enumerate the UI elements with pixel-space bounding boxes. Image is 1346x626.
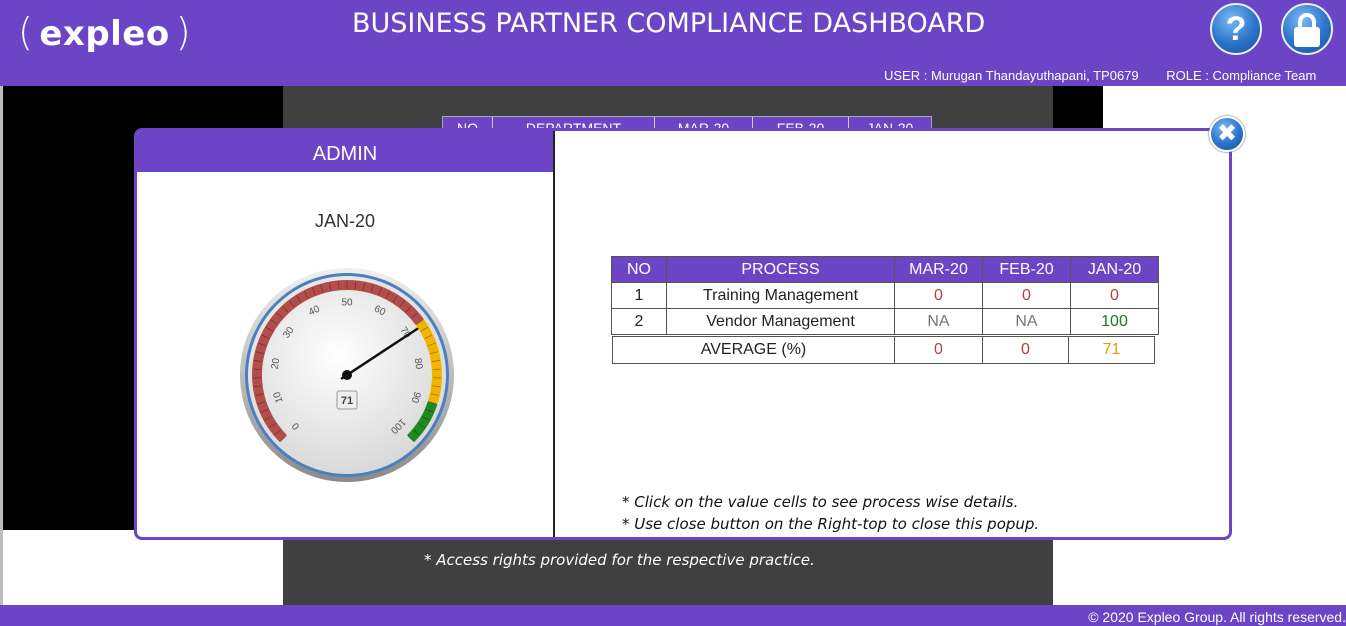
- header-bar: (expleo) BUSINESS PARTNER COMPLIANCE DAS…: [0, 0, 1346, 86]
- gauge-tick-label: 20: [270, 357, 283, 370]
- col-no: NO: [611, 256, 667, 283]
- col-process: PROCESS: [666, 256, 895, 283]
- popup-notes: * Click on the value cells to see proces…: [622, 491, 1039, 535]
- col-feb: FEB-20: [982, 256, 1071, 283]
- process-table: NO PROCESS MAR-20 FEB-20 JAN-20 1 Traini…: [611, 256, 1159, 335]
- gauge-minor-tick: [432, 368, 441, 370]
- col-mar: MAR-20: [894, 256, 983, 283]
- role-label: ROLE : Compliance Team: [1166, 68, 1317, 83]
- value-cell-jan[interactable]: 100: [1070, 308, 1159, 335]
- gauge-pane: ADMIN JAN-20 0 10 20 30 40 50 60 70 80 90 100 71: [137, 131, 555, 537]
- gauge-tick-label: 50: [341, 298, 353, 309]
- average-table: AVERAGE (%) 0 0 71: [612, 336, 1155, 364]
- average-label: AVERAGE (%): [612, 336, 895, 364]
- average-feb: 0: [982, 336, 1069, 364]
- copyright-text: © 2020 Expleo Group. All rights reserved…: [1088, 609, 1346, 625]
- average-jan: 71: [1068, 336, 1155, 364]
- gauge-needle-hub: [342, 370, 352, 380]
- background-right-panel: [1053, 86, 1103, 130]
- user-label: USER : Murugan Thandayuthapani, TP0679: [884, 68, 1139, 83]
- close-icon[interactable]: ✖: [1209, 116, 1245, 152]
- lock-icon[interactable]: [1281, 3, 1333, 55]
- row-process: Training Management: [666, 282, 895, 309]
- table-row: 1 Training Management 0 0 0: [611, 282, 1159, 309]
- department-popup: ADMIN JAN-20 0 10 20 30 40 50 60 70 80 90 100 71 NO…: [134, 128, 1232, 540]
- col-jan: JAN-20: [1070, 256, 1159, 283]
- expleo-logo: (expleo): [18, 10, 192, 54]
- background-note-access: * Access rights provided for the respect…: [424, 551, 815, 569]
- footer-bar: © 2020 Expleo Group. All rights reserved…: [0, 605, 1346, 626]
- average-mar: 0: [894, 336, 983, 364]
- page-title: BUSINESS PARTNER COMPLIANCE DASHBOARD: [352, 8, 986, 39]
- value-cell-feb[interactable]: NA: [982, 308, 1071, 335]
- gauge-minor-tick: [253, 368, 262, 370]
- value-cell-feb[interactable]: 0: [982, 282, 1071, 309]
- table-row: 2 Vendor Management NA NA 100: [611, 308, 1159, 335]
- value-cell-mar[interactable]: 0: [894, 282, 983, 309]
- help-icon[interactable]: ?: [1210, 3, 1262, 55]
- note-close-button: * Use close button on the Right-top to c…: [622, 515, 1040, 533]
- note-click-cells: * Click on the value cells to see proces…: [622, 493, 1019, 511]
- gauge-tick-label: 80: [412, 357, 425, 370]
- value-cell-jan[interactable]: 0: [1070, 282, 1159, 309]
- department-title: ADMIN: [137, 131, 553, 172]
- user-info: USER : Murugan Thandayuthapani, TP0679 R…: [884, 68, 1316, 83]
- average-row: AVERAGE (%) 0 0 71: [612, 336, 1155, 364]
- process-table-header: NO PROCESS MAR-20 FEB-20 JAN-20: [611, 256, 1159, 283]
- row-no: 2: [611, 308, 667, 335]
- row-process: Vendor Management: [666, 308, 895, 335]
- gauge-month-label: JAN-20: [314, 211, 376, 231]
- value-cell-mar[interactable]: NA: [894, 308, 983, 335]
- row-no: 1: [611, 282, 667, 309]
- compliance-gauge[interactable]: 010203040506070809010071: [237, 265, 457, 485]
- gauge-value-label: 71: [341, 395, 353, 407]
